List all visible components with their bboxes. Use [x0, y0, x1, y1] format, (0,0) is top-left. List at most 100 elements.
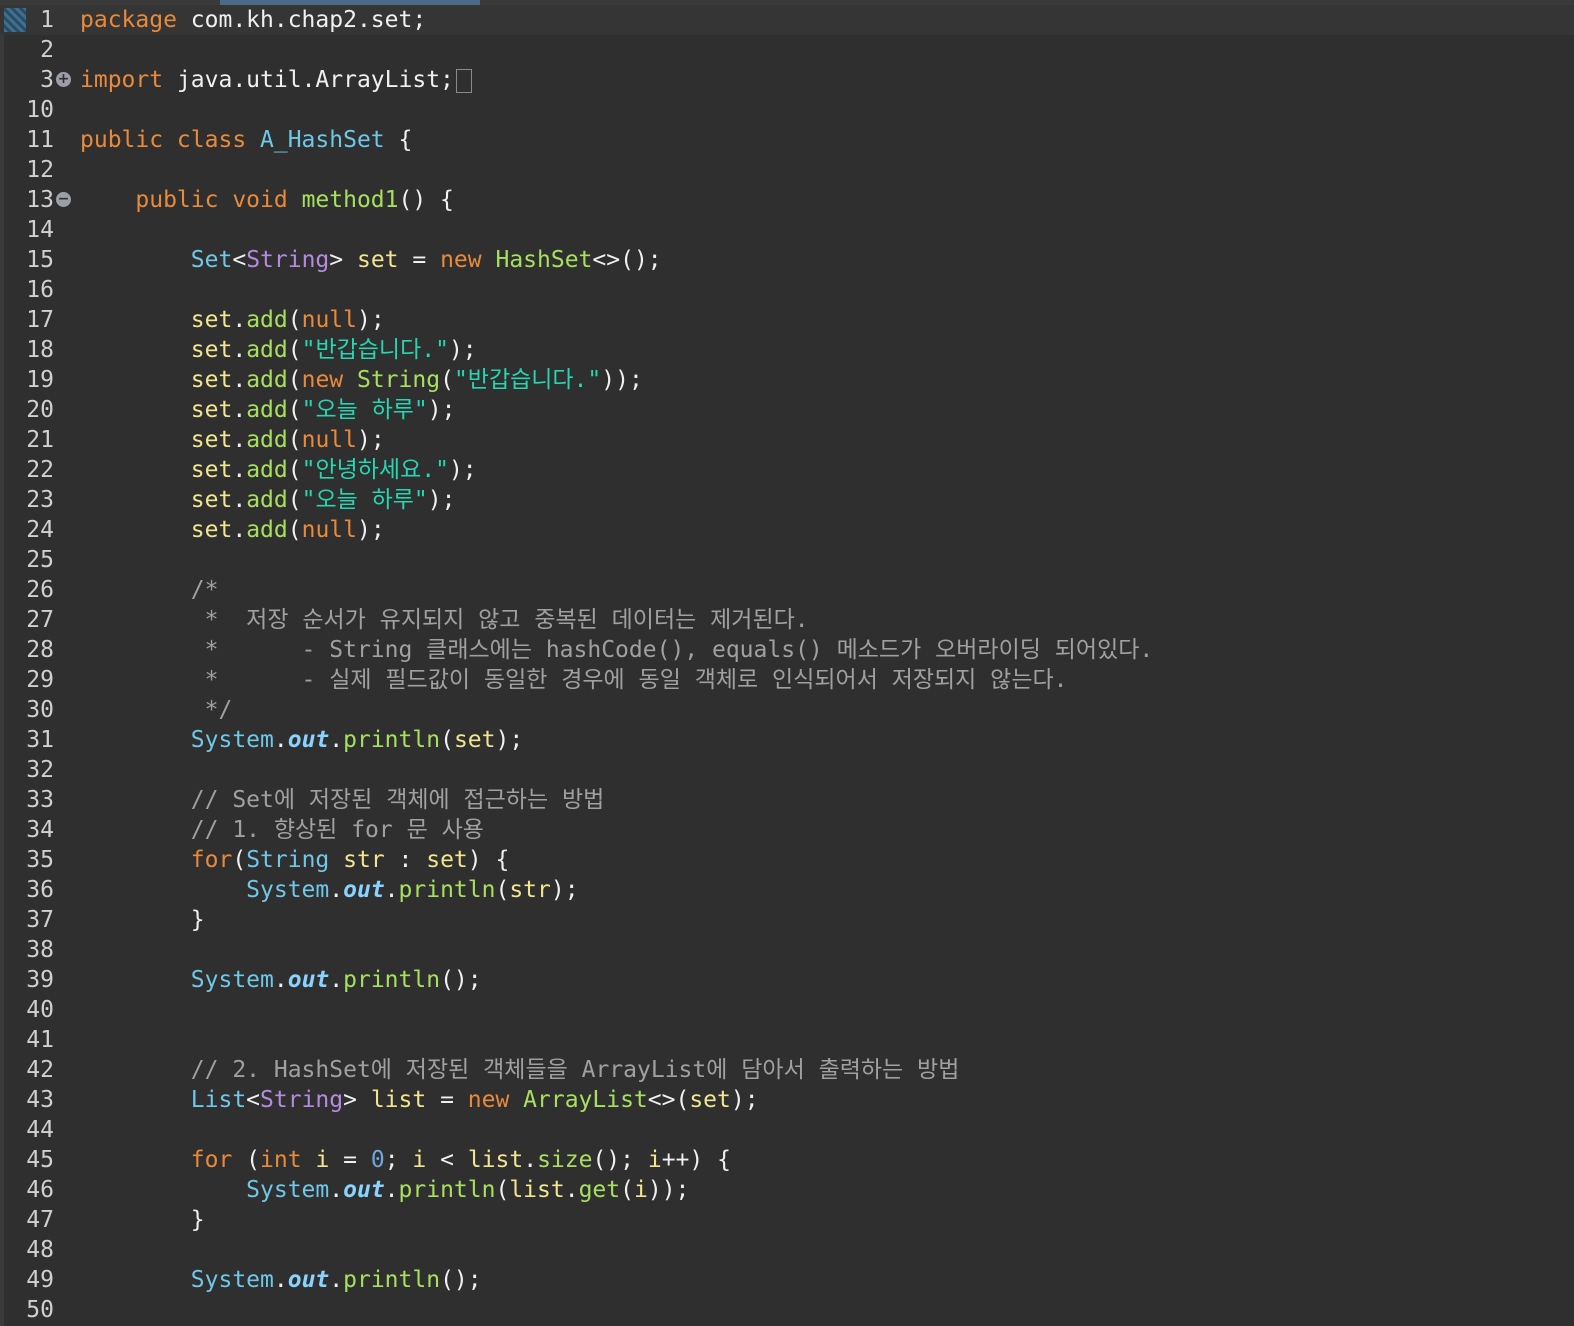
folded-region-icon[interactable]: [455, 68, 472, 93]
code-token: add: [246, 457, 288, 483]
code-line[interactable]: 37 }: [0, 905, 1574, 935]
code-token: .: [273, 727, 288, 753]
line-number: 44: [26, 1117, 54, 1143]
line-number: 14: [26, 217, 54, 243]
code-token: (: [287, 337, 302, 363]
code-line[interactable]: 17 set.add(null);: [0, 305, 1574, 335]
code-text-area[interactable]: 1 package com.kh.chap2.set; 2 3 + import java…: [0, 5, 1574, 1325]
code-line[interactable]: 45 for (int i = 0; i < list.size(); i++)…: [0, 1145, 1574, 1175]
code-token: public void: [135, 187, 302, 213]
code-token: .: [564, 1177, 579, 1203]
code-token: println: [398, 877, 496, 903]
code-editor[interactable]: 1 package com.kh.chap2.set; 2 3 + import java…: [0, 0, 1574, 1326]
code-token: (: [620, 1177, 634, 1203]
code-token: =: [398, 247, 441, 273]
line-number: 45: [26, 1147, 54, 1173]
line-number: 46: [26, 1177, 54, 1203]
code-line[interactable]: 19 set.add(new String("반갑습니다."));: [0, 365, 1574, 395]
code-line[interactable]: 50: [0, 1295, 1574, 1325]
code-line[interactable]: 25: [0, 545, 1574, 575]
code-line[interactable]: 26 /*: [0, 575, 1574, 605]
code-token: ();: [440, 1267, 482, 1293]
code-token: <: [232, 247, 247, 273]
code-token: "반갑습니다.": [301, 337, 449, 363]
code-line[interactable]: 32: [0, 755, 1574, 785]
code-line[interactable]: 29 * - 실제 필드값이 동일한 경우에 동일 객체로 인식되어서 저장되지…: [0, 665, 1574, 695]
code-line[interactable]: 47 }: [0, 1205, 1574, 1235]
code-line[interactable]: 30 */: [0, 695, 1574, 725]
code-line[interactable]: 35 for(String str : set) {: [0, 845, 1574, 875]
code-token: .: [384, 877, 399, 903]
code-token: /*: [80, 577, 219, 603]
code-token: set: [190, 307, 233, 333]
code-token: add: [246, 307, 288, 333]
code-token: (: [287, 367, 302, 393]
line-code: // Set에 저장된 객체에 접근하는 방법: [80, 785, 605, 815]
code-token: "오늘 하루": [301, 487, 428, 513]
code-token: A_HashSet: [260, 127, 385, 153]
code-line[interactable]: 12: [0, 155, 1574, 185]
code-line[interactable]: 22 set.add("안녕하세요.");: [0, 455, 1574, 485]
code-token: println: [343, 1267, 441, 1293]
code-line[interactable]: 23 set.add("오늘 하루");: [0, 485, 1574, 515]
code-line[interactable]: 42 // 2. HashSet에 저장된 객체들을 ArrayList에 담아…: [0, 1055, 1574, 1085]
code-line[interactable]: 13− public void method1() {: [0, 185, 1574, 215]
code-line[interactable]: 11 public class A_HashSet {: [0, 125, 1574, 155]
code-line[interactable]: 24 set.add(null);: [0, 515, 1574, 545]
code-line[interactable]: 46 System.out.println(list.get(i));: [0, 1175, 1574, 1205]
code-line[interactable]: 41: [0, 1025, 1574, 1055]
code-line[interactable]: 48: [0, 1235, 1574, 1265]
code-line[interactable]: 15 Set<String> set = new HashSet<>();: [0, 245, 1574, 275]
line-code: set.add(null);: [80, 305, 385, 335]
collapse-fold-icon[interactable]: −: [56, 192, 71, 207]
code-line[interactable]: 14: [0, 215, 1574, 245]
code-line[interactable]: 10: [0, 95, 1574, 125]
code-line[interactable]: 18 set.add("반갑습니다.");: [0, 335, 1574, 365]
line-number: 42: [26, 1057, 54, 1083]
code-token: ));: [647, 1177, 690, 1203]
code-token: out: [343, 877, 385, 903]
line-number: 1: [40, 7, 54, 33]
code-token: com.kh.chap2.set;: [176, 7, 427, 33]
code-line[interactable]: 1 package com.kh.chap2.set;: [0, 5, 1574, 35]
line-number: 34: [26, 817, 54, 843]
code-token: // Set에 저장된 객체에 접근하는 방법: [80, 787, 605, 813]
code-line[interactable]: 44: [0, 1115, 1574, 1145]
code-line[interactable]: 20 set.add("오늘 하루");: [0, 395, 1574, 425]
code-line[interactable]: 28 * - String 클래스에는 hashCode(), equals()…: [0, 635, 1574, 665]
code-line[interactable]: 38: [0, 935, 1574, 965]
code-token: set: [190, 487, 233, 513]
code-line[interactable]: 31 System.out.println(set);: [0, 725, 1574, 755]
code-token: new: [301, 367, 357, 393]
code-line[interactable]: 40: [0, 995, 1574, 1025]
code-line[interactable]: 49 System.out.println();: [0, 1265, 1574, 1295]
code-line[interactable]: 16: [0, 275, 1574, 305]
code-token: .: [232, 427, 247, 453]
code-line[interactable]: 43 List<String> list = new ArrayList<>(s…: [0, 1085, 1574, 1115]
line-code: package com.kh.chap2.set;: [80, 5, 426, 35]
code-line[interactable]: 2: [0, 35, 1574, 65]
code-line[interactable]: 33 // Set에 저장된 객체에 접근하는 방법: [0, 785, 1574, 815]
code-line[interactable]: 21 set.add(null);: [0, 425, 1574, 455]
code-line[interactable]: 27 * 저장 순서가 유지되지 않고 중복된 데이터는 제거된다.: [0, 605, 1574, 635]
expand-fold-icon[interactable]: +: [56, 72, 71, 87]
code-line[interactable]: 36 System.out.println(str);: [0, 875, 1574, 905]
line-number: 22: [26, 457, 54, 483]
code-line[interactable]: 34 // 1. 향상된 for 문 사용: [0, 815, 1574, 845]
code-token: System: [190, 727, 274, 753]
line-number: 17: [26, 307, 54, 333]
code-line[interactable]: 3 + import java.util.ArrayList;: [0, 65, 1574, 95]
line-number: 40: [26, 997, 54, 1023]
code-token: System: [246, 1177, 330, 1203]
line-code: }: [80, 905, 205, 935]
code-token: (: [287, 397, 302, 423]
code-line[interactable]: 39 System.out.println();: [0, 965, 1574, 995]
line-code: // 2. HashSet에 저장된 객체들을 ArrayList에 담아서 출…: [80, 1055, 960, 1085]
line-code: */: [80, 695, 233, 725]
code-token: set: [190, 457, 233, 483]
